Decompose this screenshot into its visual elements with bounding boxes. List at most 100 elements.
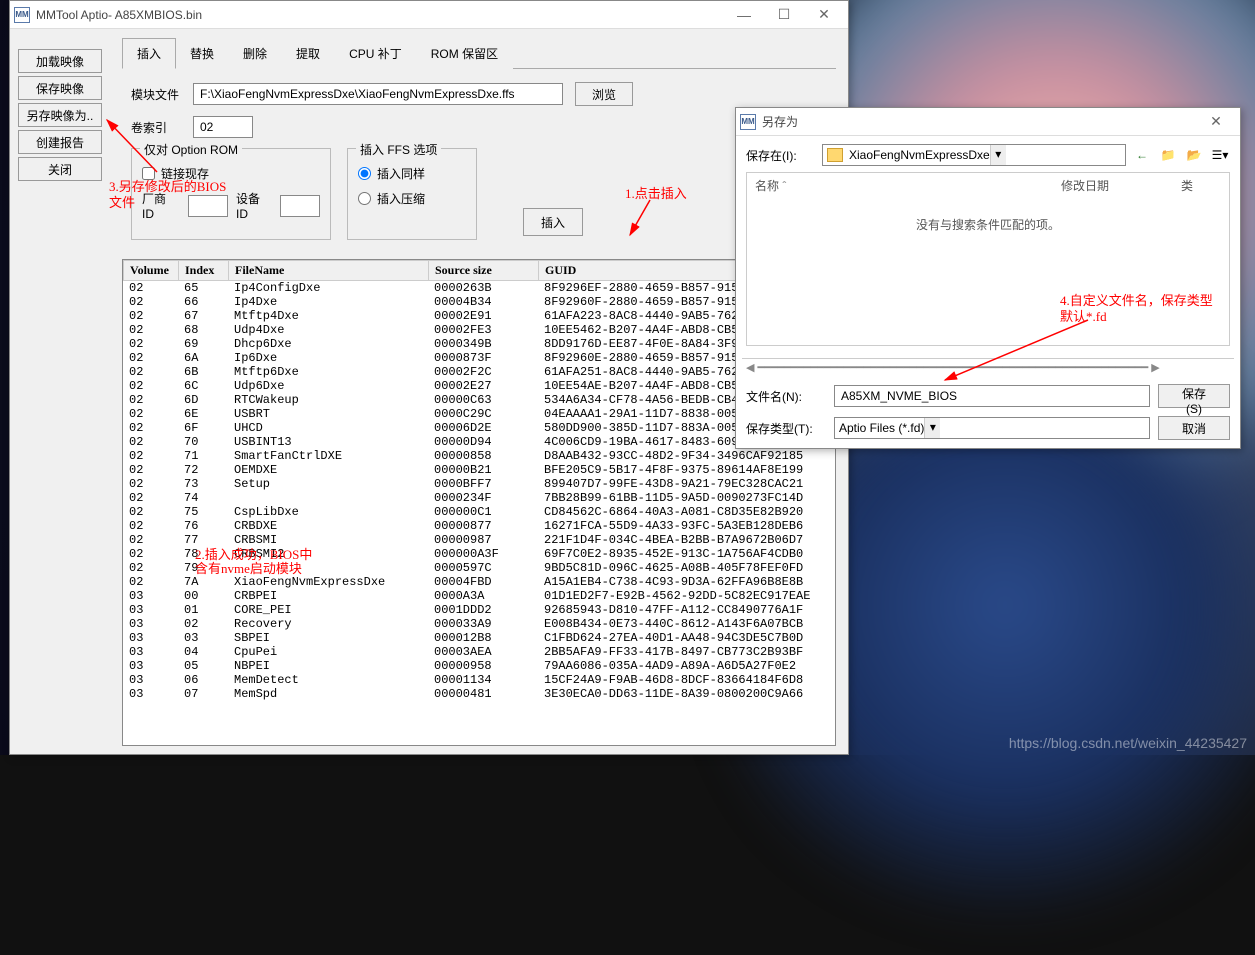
folder-select[interactable]: XiaoFengNvmExpressDxe ▾ (822, 144, 1126, 166)
vendor-id-label: 厂商 ID (142, 190, 180, 221)
table-row[interactable]: 0278CRBSMI2000000A3F69F7C0E2-8935-452E-9… (123, 547, 835, 561)
tab-replace[interactable]: 替换 (175, 38, 229, 69)
save-as-dialog: MM 另存为 ✕ 保存在(I): XiaoFengNvmExpressDxe ▾… (735, 107, 1241, 449)
table-row[interactable]: 0300CRBPEI0000A3A01D1ED2F7-E92B-4562-92D… (123, 589, 835, 603)
table-row[interactable]: 026FUHCD00006D2E580DD900-385D-11D7-883A-… (123, 421, 835, 435)
col-filename[interactable]: FileName (229, 261, 429, 281)
table-row[interactable]: 0307MemSpd000004813E30ECA0-DD63-11DE-8A3… (123, 687, 835, 701)
tab-cpu-patch[interactable]: CPU 补丁 (334, 38, 417, 69)
file-type-text: Aptio Files (*.fd) (839, 421, 924, 435)
table-row[interactable]: 0271SmartFanCtrlDXE00000858D8AAB432-93CC… (123, 449, 835, 463)
option-rom-group: 仅对 Option ROM 链接现存 厂商 ID 设备 ID (131, 148, 331, 240)
browse-button[interactable]: 浏览 (575, 82, 633, 106)
table-row[interactable]: 02790000597C9BD5C81D-096C-4625-A08B-405F… (123, 561, 835, 575)
table-row[interactable]: 0302Recovery000033A9E008B434-0E73-440C-8… (123, 617, 835, 631)
file-type-select[interactable]: Aptio Files (*.fd) ▾ (834, 417, 1150, 439)
tab-insert[interactable]: 插入 (122, 38, 176, 69)
table-row[interactable]: 026EUSBRT0000C29C04EAAAA1-29A1-11D7-8838… (123, 407, 835, 421)
device-id-label: 设备 ID (236, 190, 274, 221)
close-button[interactable]: ✕ (804, 2, 844, 28)
col-volume[interactable]: Volume (124, 261, 179, 281)
table-row[interactable]: 0266Ip4Dxe00004B348F92960F-2880-4659-B85… (123, 295, 835, 309)
new-folder-icon[interactable]: 📂 (1184, 145, 1204, 165)
table-row[interactable]: 0269Dhcp6Dxe0000349B8DD9176D-EE87-4F0E-8… (123, 337, 835, 351)
module-file-input[interactable] (193, 83, 563, 105)
filelist-col-name[interactable]: 名称 ˆ (755, 177, 1061, 194)
table-row[interactable]: 026AIp6Dxe0000873F8F92960E-2880-4659-B85… (123, 351, 835, 365)
chevron-down-icon: ▾ (990, 145, 1006, 165)
table-row[interactable]: 0267Mtftp4Dxe00002E9161AFA223-8AC8-4440-… (123, 309, 835, 323)
main-titlebar: MM MMTool Aptio- A85XMBIOS.bin — ☐ ✕ (10, 1, 848, 29)
minimize-button[interactable]: — (724, 2, 764, 28)
insert-panel: 模块文件 浏览 卷索引 仅对 Option ROM 链接现存 厂商 ID (122, 69, 836, 253)
filelist-col-type[interactable]: 类 (1181, 177, 1221, 194)
table-row[interactable]: 0275CspLibDxe000000C1CD84562C-6864-40A3-… (123, 505, 835, 519)
table-row[interactable]: 0303SBPEI000012B8C1FBD624-27EA-40D1-AA48… (123, 631, 835, 645)
save-close-button[interactable]: ✕ (1196, 109, 1236, 135)
module-table: Volume Index FileName Source size GUID 0… (122, 259, 836, 746)
table-row[interactable]: 0268Udp4Dxe00002FE310EE5462-B207-4A4F-AB… (123, 323, 835, 337)
save-icon: MM (740, 114, 756, 130)
tab-extract[interactable]: 提取 (281, 38, 335, 69)
table-row[interactable]: 026DRTCWakeup00000C63534A6A34-CF78-4A56-… (123, 393, 835, 407)
back-icon[interactable]: ← (1132, 145, 1152, 165)
insert-same-radio[interactable] (358, 167, 371, 180)
main-title: MMTool Aptio- A85XMBIOS.bin (36, 8, 724, 22)
vol-index-input[interactable] (193, 116, 253, 138)
col-index[interactable]: Index (179, 261, 229, 281)
tabs: 插入 替换 删除 提取 CPU 补丁 ROM 保留区 (122, 37, 836, 69)
filelist-col-date[interactable]: 修改日期 (1061, 177, 1181, 194)
save-image-button[interactable]: 保存映像 (18, 76, 102, 100)
insert-button[interactable]: 插入 (523, 208, 583, 236)
table-row[interactable]: 0273Setup0000BFF7899407D7-99FE-43D8-9A21… (123, 477, 835, 491)
file-list[interactable]: 名称 ˆ 修改日期 类 没有与搜索条件匹配的项。 (746, 172, 1230, 346)
table-row[interactable]: 0301CORE_PEI0001DDD292685943-D810-47FF-A… (123, 603, 835, 617)
table-row[interactable]: 0276CRBDXE0000087716271FCA-55D9-4A33-93F… (123, 519, 835, 533)
link-existing-label: 链接现存 (161, 165, 209, 182)
folder-icon (827, 148, 843, 162)
table-row[interactable]: 02740000234F7BB28B99-61BB-11D5-9A5D-0090… (123, 491, 835, 505)
maximize-button[interactable]: ☐ (764, 2, 804, 28)
save-in-label: 保存在(I): (746, 147, 816, 164)
cancel-button[interactable]: 取消 (1158, 416, 1230, 440)
file-name-label: 文件名(N): (746, 388, 826, 405)
table-row[interactable]: 0305NBPEI0000095879AA6086-035A-4AD9-A89A… (123, 659, 835, 673)
up-folder-icon[interactable]: 📁 (1158, 145, 1178, 165)
table-row[interactable]: 0277CRBSMI00000987221F1D4F-034C-4BEA-B2B… (123, 533, 835, 547)
table-row[interactable]: 026CUdp6Dxe00002E2710EE54AE-B207-4A4F-AB… (123, 379, 835, 393)
app-icon: MM (14, 7, 30, 23)
sidebar: 加载映像 保存映像 另存映像为.. 创建报告 关闭 (10, 29, 110, 754)
save-confirm-button[interactable]: 保存(S) (1158, 384, 1230, 408)
link-existing-checkbox[interactable] (142, 167, 155, 180)
insert-compress-radio[interactable] (358, 192, 371, 205)
table-row[interactable]: 0265Ip4ConfigDxe0000263B8F9296EF-2880-46… (123, 281, 835, 295)
close-app-button[interactable]: 关闭 (18, 157, 102, 181)
folder-name: XiaoFengNvmExpressDxe (849, 148, 990, 162)
watermark: https://blog.csdn.net/weixin_44235427 (1009, 735, 1247, 751)
save-as-button[interactable]: 另存映像为.. (18, 103, 102, 127)
table-row[interactable]: 026BMtftp6Dxe00002F2C61AFA251-8AC8-4440-… (123, 365, 835, 379)
col-size[interactable]: Source size (429, 261, 539, 281)
save-titlebar: MM 另存为 ✕ (736, 108, 1240, 136)
create-report-button[interactable]: 创建报告 (18, 130, 102, 154)
load-image-button[interactable]: 加载映像 (18, 49, 102, 73)
option-rom-legend: 仅对 Option ROM (140, 141, 242, 158)
tab-rom-reserved[interactable]: ROM 保留区 (416, 38, 513, 69)
save-title: 另存为 (762, 113, 1196, 130)
device-id-input[interactable] (280, 195, 320, 217)
view-icon[interactable]: ☰▾ (1210, 145, 1230, 165)
tab-delete[interactable]: 删除 (228, 38, 282, 69)
mmtool-window: MM MMTool Aptio- A85XMBIOS.bin — ☐ ✕ 加载映… (9, 0, 849, 755)
chevron-down-icon: ▾ (924, 418, 940, 438)
table-row[interactable]: 0272OEMDXE00000B21BFE205C9-5B17-4F8F-937… (123, 463, 835, 477)
table-row[interactable]: 0306MemDetect0000113415CF24A9-F9AB-46D8-… (123, 673, 835, 687)
file-name-input[interactable] (834, 385, 1150, 407)
vendor-id-input[interactable] (188, 195, 228, 217)
file-type-label: 保存类型(T): (746, 420, 826, 437)
table-row[interactable]: 0304CpuPei00003AEA2BB5AFA9-FF33-417B-849… (123, 645, 835, 659)
insert-same-label: 插入同样 (377, 165, 425, 182)
ffs-legend: 插入 FFS 选项 (356, 141, 441, 158)
table-row[interactable]: 027AXiaoFengNvmExpressDxe00004FBDA15A1EB… (123, 575, 835, 589)
table-row[interactable]: 0270USBINT1300000D944C006CD9-19BA-4617-8… (123, 435, 835, 449)
insert-compress-label: 插入压缩 (377, 190, 425, 207)
